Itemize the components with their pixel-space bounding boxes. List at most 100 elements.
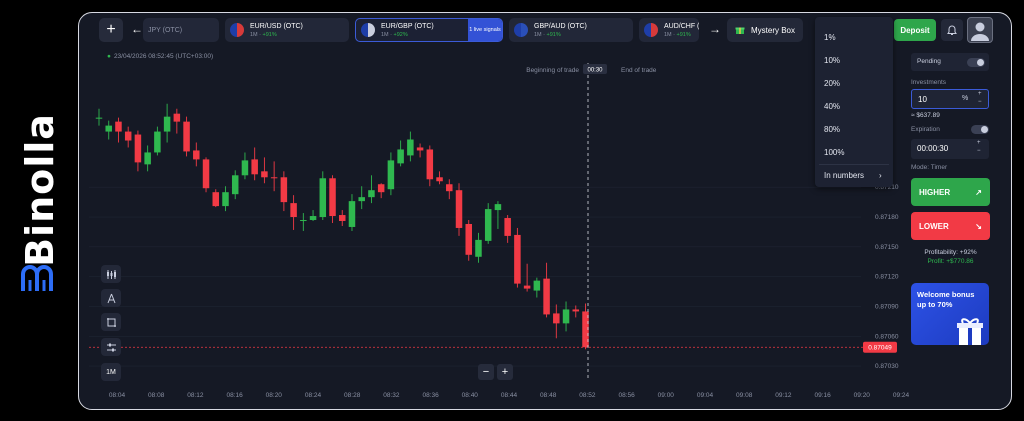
x-tick-label: 08:36 <box>422 392 439 399</box>
candle-body <box>455 190 463 228</box>
sliders-icon <box>106 343 116 351</box>
brand-sidebar: Binolla <box>0 0 78 421</box>
zoom-out-button[interactable]: − <box>478 364 494 380</box>
settings-button[interactable] <box>101 338 121 356</box>
candle-body <box>300 220 307 222</box>
percent-option-10[interactable]: 10% <box>824 56 840 65</box>
candle-body <box>290 203 297 218</box>
candle-body <box>115 121 122 132</box>
x-tick-label: 08:20 <box>266 392 283 399</box>
investment-equivalent: ≈ $637.89 <box>911 112 940 119</box>
increase-icon[interactable]: + <box>977 140 981 146</box>
candle-body <box>163 116 171 132</box>
candle-body <box>426 149 434 180</box>
trading-window: + ← JPY (OTC) EUR/USD (OTC) 1M · +91% EU… <box>78 12 1012 410</box>
candle-body <box>134 134 142 163</box>
y-tick-label: 0.87060 <box>875 333 899 340</box>
candle-body <box>193 150 200 160</box>
x-tick-label: 09:00 <box>658 392 675 399</box>
y-tick-label: 0.87180 <box>875 214 899 221</box>
candle-body <box>124 131 132 141</box>
compass-icon <box>107 293 115 303</box>
candle-body <box>543 278 550 315</box>
percent-option-20[interactable]: 20% <box>824 79 840 88</box>
in-numbers-option[interactable]: In numbers <box>824 171 864 180</box>
candle-body <box>348 201 356 227</box>
candle-body <box>377 184 385 193</box>
higher-button[interactable]: HIGHER ↗ <box>911 178 990 206</box>
candle-body <box>484 209 492 241</box>
drawing-tool-button[interactable] <box>101 289 121 307</box>
pending-label: Pending <box>917 58 941 65</box>
investment-percent-dropdown: 1% 10% 20% 40% 80% 100% In numbers › <box>815 17 893 187</box>
candle-body <box>280 177 288 203</box>
expiration-label: Expiration <box>911 126 940 133</box>
y-tick-label: 0.87090 <box>875 303 899 310</box>
candle-body <box>270 177 278 179</box>
arrow-up-right-icon: ↗ <box>975 187 982 197</box>
candle-body <box>309 216 317 221</box>
zoom-in-button[interactable]: + <box>497 364 513 380</box>
candle-body <box>407 139 414 156</box>
chart-grid <box>89 186 861 367</box>
percent-option-80[interactable]: 80% <box>824 125 840 134</box>
candle-body <box>553 313 560 324</box>
lower-button[interactable]: LOWER ↘ <box>911 212 990 240</box>
candle-body <box>523 285 531 289</box>
percent-option-40[interactable]: 40% <box>824 102 840 111</box>
candle-body <box>183 121 190 152</box>
candle-body <box>212 192 220 207</box>
chevron-right-icon: › <box>879 171 882 180</box>
x-tick-label: 08:16 <box>226 392 243 399</box>
pending-row[interactable]: Pending <box>911 53 989 71</box>
percent-option-100[interactable]: 100% <box>824 148 844 157</box>
beginning-of-trade-label: Beginning of trade <box>526 67 579 74</box>
x-tick-label: 08:24 <box>305 392 322 399</box>
x-tick-label: 08:40 <box>462 392 479 399</box>
candle-body <box>261 171 268 178</box>
investment-input[interactable]: 10 % + − <box>911 89 989 109</box>
x-tick-label: 08:08 <box>148 392 165 399</box>
investments-label: Investments <box>911 79 947 86</box>
candle-body <box>446 184 453 192</box>
investment-value: 10 <box>918 95 927 104</box>
expiration-toggle[interactable] <box>971 125 989 134</box>
candle-body <box>95 117 103 119</box>
candle-body <box>533 280 541 291</box>
candles-icon <box>106 269 116 279</box>
expiration-input[interactable]: 00:00:30 + − <box>911 139 989 159</box>
y-tick-label: 0.87030 <box>875 363 899 370</box>
profit-label: Profit: +$770.86 <box>927 258 974 265</box>
candle-body <box>231 175 239 195</box>
decrease-icon[interactable]: − <box>978 99 982 105</box>
candle-body <box>202 159 210 189</box>
chart-type-button[interactable] <box>101 313 121 331</box>
welcome-bonus-banner[interactable]: Welcome bonus up to 70% <box>911 283 989 345</box>
x-tick-label: 09:16 <box>814 392 831 399</box>
timeframe-button[interactable]: 1M <box>101 363 121 381</box>
x-tick-label: 08:44 <box>501 392 518 399</box>
x-tick-label: 09:04 <box>697 392 714 399</box>
percent-option-1[interactable]: 1% <box>824 33 836 42</box>
candle-body <box>329 178 336 217</box>
trade-timer: 00:30 <box>587 68 603 74</box>
candle-body <box>572 309 580 312</box>
x-tick-label: 08:04 <box>109 392 126 399</box>
candle-body <box>465 223 472 255</box>
investment-unit[interactable]: % <box>962 95 968 102</box>
pending-toggle[interactable] <box>967 57 985 67</box>
candle-body <box>368 190 375 198</box>
candle-body <box>494 204 502 211</box>
indicators-tool-button[interactable] <box>101 265 121 283</box>
increase-icon[interactable]: + <box>978 91 982 97</box>
x-tick-label: 08:12 <box>187 392 204 399</box>
decrease-icon[interactable]: − <box>977 148 981 154</box>
candle-body <box>241 160 249 176</box>
candle-body <box>387 160 395 190</box>
x-tick-label: 09:24 <box>893 392 910 399</box>
x-tick-label: 08:28 <box>344 392 361 399</box>
promo-text: Welcome bonus up to 70% <box>917 290 975 309</box>
candle-body <box>144 152 151 165</box>
x-axis: 08:04 08:08 08:12 08:16 08:20 08:24 08:28 08:32… <box>109 392 910 399</box>
candle-body <box>397 149 404 164</box>
